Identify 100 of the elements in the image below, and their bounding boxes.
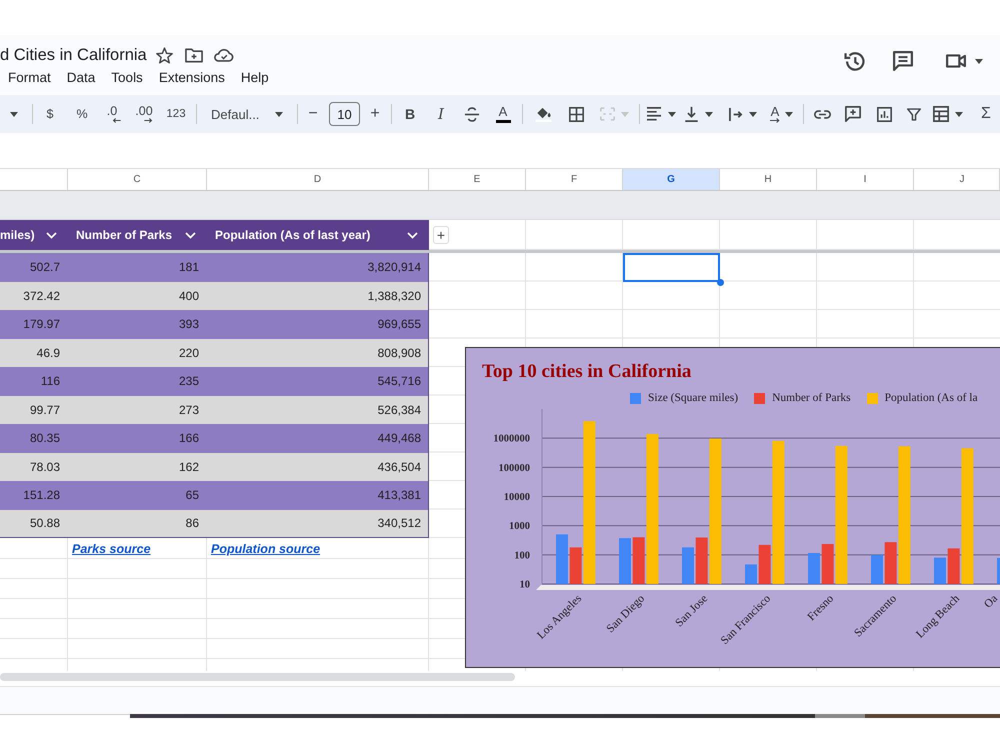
table-cell: 400: [68, 282, 207, 310]
chevron-down-icon[interactable]: [407, 232, 418, 238]
add-column-button[interactable]: +: [433, 226, 449, 244]
menu-item[interactable]: Help: [232, 67, 277, 87]
history-icon[interactable]: [844, 50, 866, 72]
caret-icon: [10, 112, 18, 116]
filter-icon: [907, 108, 921, 120]
table-cell: 1,388,320: [207, 282, 429, 310]
percent-button[interactable]: %: [70, 100, 94, 128]
bold-button[interactable]: B: [396, 100, 424, 128]
font-size-field[interactable]: 10: [329, 102, 360, 126]
legend-label: Population (As of la: [884, 392, 978, 404]
bar: [745, 564, 757, 584]
menu-item[interactable]: Tools: [103, 67, 151, 87]
cloud-check-icon[interactable]: [214, 48, 234, 62]
table-cell: 99.77: [0, 396, 68, 424]
chevron-down-icon[interactable]: [185, 232, 196, 238]
bar: [808, 552, 820, 584]
dashed-frame-icon: [600, 107, 615, 121]
table-cell: 545,716: [207, 367, 429, 396]
number-format-button[interactable]: 123: [162, 100, 190, 128]
text-color-button[interactable]: A: [489, 100, 517, 128]
column-header[interactable]: H: [720, 169, 817, 190]
table-cell: 502.7: [0, 253, 68, 282]
table-icon: [933, 106, 949, 122]
folder-icon[interactable]: [184, 48, 203, 62]
table-cell: 86: [68, 510, 207, 538]
fill-handle[interactable]: [717, 278, 724, 286]
star-icon[interactable]: [156, 46, 173, 64]
increase-size-button[interactable]: +: [367, 100, 383, 128]
column-header[interactable]: C: [68, 169, 207, 190]
axis-label: 100: [514, 550, 530, 562]
table-cell: 413,381: [207, 481, 429, 510]
currency-button[interactable]: $: [38, 100, 62, 128]
grid-icon: [568, 106, 584, 122]
text-rotation-button[interactable]: A: [762, 100, 800, 128]
column-header[interactable]: D: [207, 169, 429, 190]
column-header[interactable]: J: [914, 169, 1000, 190]
table-cell: 116: [0, 367, 68, 396]
bar-arrow-icon: [729, 106, 743, 122]
menu-item[interactable]: Extensions: [150, 67, 233, 87]
menu-item[interactable]: Format: [0, 67, 59, 87]
font-select[interactable]: Defaul...: [202, 100, 290, 128]
chart-title: Top 10 cities in California: [482, 361, 692, 383]
table-cell: 151.28: [0, 481, 68, 510]
source-link[interactable]: Parks source: [72, 542, 151, 556]
paint-bucket-icon: [534, 106, 552, 122]
axis-label: 10000: [504, 492, 530, 503]
scrollbar-thumb[interactable]: [0, 673, 515, 681]
table-cell: 273: [68, 396, 207, 424]
table-cell: 969,655: [207, 310, 429, 338]
decrease-size-button[interactable]: −: [305, 100, 321, 128]
table-cell: 340,512: [207, 510, 429, 538]
table-cell: 78.03: [0, 452, 68, 481]
source-link[interactable]: Population source: [211, 542, 320, 556]
italic-button[interactable]: I: [427, 100, 455, 128]
chart-icon: [876, 106, 892, 122]
bar: [682, 547, 694, 584]
arrow-left-icon: [112, 118, 120, 123]
table-cell: 80.35: [0, 424, 68, 452]
column-title: miles): [0, 228, 35, 242]
table-cell: 436,504: [207, 452, 429, 481]
axis-label: 10: [520, 580, 530, 590]
column-header[interactable]: I: [817, 169, 914, 190]
column-header[interactable]: G: [623, 169, 720, 190]
caret-icon: [668, 112, 676, 116]
table-cell: 235: [68, 367, 207, 396]
column-title: Population (As of last year): [215, 228, 370, 242]
axis-label: 1000: [509, 521, 530, 532]
table-cell: 808,908: [207, 338, 429, 367]
axis-label: San Jose: [673, 592, 710, 630]
strikethrough-icon: [464, 106, 480, 122]
caret-icon: [955, 112, 963, 116]
link-icon: [814, 110, 830, 118]
chevron-down-icon[interactable]: [46, 232, 57, 238]
decrease-decimal-button[interactable]: .0: [100, 100, 124, 128]
caret-icon: [621, 112, 629, 116]
increase-decimal-button[interactable]: .00: [130, 100, 158, 128]
align-bottom-icon: [684, 106, 699, 122]
video-camera-icon: [946, 54, 966, 68]
document-title[interactable]: d Cities in California: [0, 46, 147, 64]
add-comment-icon: [845, 106, 861, 122]
table-cell: 449,468: [207, 424, 429, 452]
bar: [934, 558, 946, 584]
table-cell: 181: [68, 253, 207, 282]
table-cell: 166: [68, 424, 207, 452]
legend-label: Size (Square miles): [648, 392, 738, 404]
menu-item[interactable]: Data: [58, 67, 104, 87]
arrow-right-icon: [769, 118, 781, 123]
bar: [871, 554, 883, 584]
bar: [556, 534, 568, 584]
table-cell: 50.88: [0, 510, 68, 538]
caret-icon: [705, 112, 713, 116]
comment-icon[interactable]: [893, 51, 913, 71]
functions-button[interactable]: Σ: [973, 100, 999, 128]
bar: [619, 538, 631, 584]
column-header[interactable]: E: [429, 169, 526, 190]
arrow-right-icon: [144, 118, 152, 123]
table-cell: 393: [68, 310, 207, 338]
axis-label: 1000000: [493, 434, 530, 445]
